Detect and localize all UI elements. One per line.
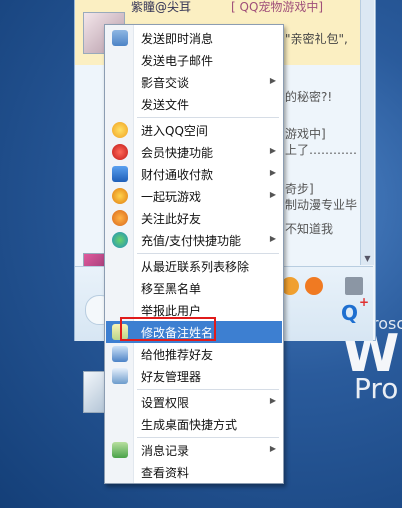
menu-item-label: 举报此用户: [141, 304, 202, 318]
menu-item-label: 影音交谈: [141, 76, 190, 90]
history-icon: [112, 442, 128, 458]
recharge-icon: [112, 232, 128, 248]
menu-item-label: 会员快捷功能: [141, 146, 214, 160]
menu-separator: [137, 253, 279, 254]
menu-item-av-chat[interactable]: 影音交谈 ▶: [106, 71, 282, 93]
recommend-icon: [112, 346, 128, 362]
menu-item-message-history[interactable]: 消息记录 ▶: [106, 439, 282, 461]
menu-item-label: 好友管理器: [141, 370, 202, 384]
menu-item-label: 生成桌面快捷方式: [141, 418, 238, 432]
menu-item-label: 进入QQ空间: [141, 124, 208, 138]
plus-icon[interactable]: +: [359, 295, 369, 309]
menu-item-label: 发送电子邮件: [141, 54, 214, 68]
scroll-down-arrow-icon[interactable]: ▼: [361, 253, 374, 265]
submenu-arrow-icon: ▶: [269, 146, 276, 155]
menu-item-follow-friend[interactable]: 关注此好友: [106, 207, 282, 229]
menu-item-label: 充值/支付快捷功能: [141, 234, 242, 248]
contact-status-tag: 游戏中]: [285, 127, 326, 141]
menu-item-play-game[interactable]: 一起玩游戏 ▶: [106, 185, 282, 207]
menu-item-report-user[interactable]: 举报此用户: [106, 299, 282, 321]
submenu-arrow-icon: ▶: [269, 444, 276, 453]
contact-signature: 的秘密?!: [285, 90, 333, 104]
vip-icon: [112, 144, 128, 160]
menu-item-recharge[interactable]: 充值/支付快捷功能 ▶: [106, 229, 282, 251]
submenu-arrow-icon: ▶: [269, 190, 276, 199]
contact-signature: 上了…………: [285, 143, 358, 157]
wallpaper-pro-text: Pro: [354, 372, 399, 405]
menu-item-tenpay[interactable]: 财付通收付款 ▶: [106, 163, 282, 185]
menu-item-label: 查看资料: [141, 466, 190, 480]
menu-item-recommend-friend[interactable]: 给他推荐好友: [106, 343, 282, 365]
menu-item-friend-manager[interactable]: 好友管理器: [106, 365, 282, 387]
menu-item-view-profile[interactable]: 查看资料: [106, 461, 282, 483]
menu-item-label: 修改备注姓名: [141, 326, 214, 340]
qzone-icon: [112, 122, 128, 138]
qq-logo-icon[interactable]: Q: [341, 301, 358, 325]
menu-item-label: 从最近联系列表移除: [141, 260, 250, 274]
menu-item-remove-recent[interactable]: 从最近联系列表移除: [106, 255, 282, 277]
edit-note-icon: [112, 324, 128, 340]
menu-item-label: 给他推荐好友: [141, 348, 214, 362]
game-icon: [112, 188, 128, 204]
menu-item-label: 消息记录: [141, 444, 190, 458]
menu-item-label: 发送文件: [141, 98, 190, 112]
contact-signature: 不知道我: [285, 222, 334, 236]
check-icon[interactable]: [305, 277, 323, 295]
menu-item-blacklist[interactable]: 移至黑名单: [106, 277, 282, 299]
menu-item-label: 一起玩游戏: [141, 190, 202, 204]
contact-status-tag: 奇步]: [285, 182, 314, 196]
submenu-arrow-icon: ▶: [269, 234, 276, 243]
contact-list-scrollbar[interactable]: ▼: [360, 0, 374, 265]
contact-name: 紫瞳@尖耳: [131, 0, 192, 14]
menu-item-desktop-shortcut[interactable]: 生成桌面快捷方式: [106, 413, 282, 435]
menu-item-label: 移至黑名单: [141, 282, 202, 296]
tenpay-icon: [112, 166, 128, 182]
friend-manager-icon: [112, 368, 128, 384]
menu-item-label: 设置权限: [141, 396, 190, 410]
app-grid-icon[interactable]: [345, 277, 363, 295]
menu-item-label: 财付通收付款: [141, 168, 214, 182]
menu-item-label: 发送即时消息: [141, 32, 214, 46]
menu-separator: [137, 117, 279, 118]
menu-item-send-file[interactable]: 发送文件: [106, 93, 282, 115]
contact-context-menu: 发送即时消息 发送电子邮件 影音交谈 ▶ 发送文件 进入QQ空间 会员快捷功能 …: [104, 24, 284, 484]
submenu-arrow-icon: ▶: [269, 76, 276, 85]
menu-separator: [137, 389, 279, 390]
submenu-arrow-icon: ▶: [269, 168, 276, 177]
care-icon: [112, 210, 128, 226]
contact-signature: 制动漫专业毕: [285, 198, 358, 212]
submenu-arrow-icon: ▶: [269, 396, 276, 405]
menu-item-edit-remark[interactable]: 修改备注姓名: [106, 321, 282, 343]
menu-item-label: 关注此好友: [141, 212, 202, 226]
message-icon: [112, 30, 128, 46]
contact-status-tag: [ QQ宠物游戏中]: [231, 0, 324, 14]
menu-item-qzone[interactable]: 进入QQ空间: [106, 119, 282, 141]
menu-item-send-message[interactable]: 发送即时消息: [106, 27, 282, 49]
menu-item-send-email[interactable]: 发送电子邮件: [106, 49, 282, 71]
menu-item-vip-shortcuts[interactable]: 会员快捷功能 ▶: [106, 141, 282, 163]
menu-separator: [137, 437, 279, 438]
contact-signature: "亲密礼包",: [285, 32, 348, 46]
menu-item-permissions[interactable]: 设置权限 ▶: [106, 391, 282, 413]
